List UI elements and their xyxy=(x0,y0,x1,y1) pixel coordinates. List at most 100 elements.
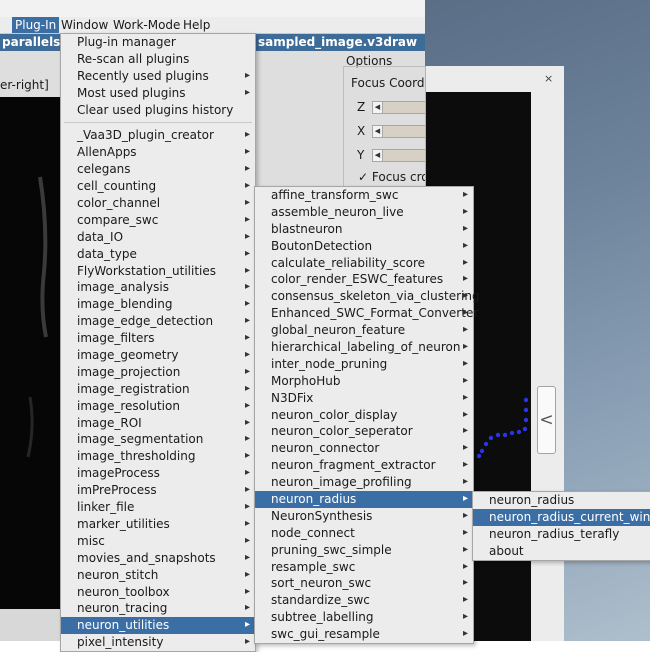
plugin-menu-item-allenapps[interactable]: AllenApps ▸ xyxy=(61,144,255,161)
chevron-right-icon: ▸ xyxy=(462,425,468,437)
neuron-utilities-item-boutondetection[interactable]: BoutonDetection ▸ xyxy=(255,238,473,255)
triangle-left-icon[interactable]: ◀ xyxy=(373,126,383,137)
plugin-menu-item-image-registration[interactable]: image_registration ▸ xyxy=(61,381,255,398)
neuron-utilities-item-consensus-skeleton-via-clustering[interactable]: consensus_skeleton_via_clustering ▸ xyxy=(255,288,480,305)
neuron-radius-item-neuron-radius-current-window[interactable]: neuron_radius_current_window xyxy=(473,508,650,526)
menu-work-mode[interactable]: Work-Mode xyxy=(110,17,183,33)
neuron-utilities-item-node-connect[interactable]: node_connect ▸ xyxy=(255,525,473,542)
menu-item-label: inter_node_pruning xyxy=(271,356,388,371)
plugin-menu-item-compare-swc[interactable]: compare_swc ▸ xyxy=(61,212,255,229)
plugin-menu-item-impreprocess[interactable]: imPreProcess ▸ xyxy=(61,482,255,499)
neuron-utilities-item-pruning-swc-simple[interactable]: pruning_swc_simple ▸ xyxy=(255,542,473,559)
plugin-menu-item-image-projection[interactable]: image_projection ▸ xyxy=(61,364,255,381)
plugin-menu-item-neuron-toolbox[interactable]: neuron_toolbox ▸ xyxy=(61,584,255,601)
plugin-menu-item-pixel-intensity[interactable]: pixel_intensity ▸ xyxy=(61,634,255,651)
neuron-utilities-item-inter-node-pruning[interactable]: inter_node_pruning ▸ xyxy=(255,356,473,373)
plugin-menu-item-image-filters[interactable]: image_filters ▸ xyxy=(61,330,255,347)
neuron-utilities-item-enhanced-swc-format-converter[interactable]: Enhanced_SWC_Format_Converter ▸ xyxy=(255,305,478,322)
plugin-menu-item-recently-used-plugins[interactable]: Recently used plugins ▸ xyxy=(61,68,255,85)
triangle-left-icon[interactable]: ◀ xyxy=(373,102,383,113)
y-slider[interactable]: ◀ xyxy=(372,149,426,162)
neuron-radius-item-about[interactable]: about xyxy=(473,543,650,560)
chevron-right-icon: ▸ xyxy=(244,230,250,242)
neuron-utilities-item-sort-neuron-swc[interactable]: sort_neuron_swc ▸ xyxy=(255,575,473,592)
plugin-menu-item-plug-in-manager[interactable]: Plug-in manager xyxy=(61,34,255,51)
menu-help[interactable]: Help xyxy=(180,17,213,33)
plugin-menu-item-most-used-plugins[interactable]: Most used plugins ▸ xyxy=(61,85,255,102)
z-slider[interactable]: ◀ xyxy=(372,101,426,114)
focus-cross-checkbox[interactable]: ✓ Focus cros xyxy=(358,170,435,184)
plugin-menu-item-neuron-utilities[interactable]: neuron_utilities ▸ xyxy=(61,617,255,635)
menu-plug-in[interactable]: Plug-In xyxy=(12,17,60,33)
plugin-menu-item-clear-used-plugins-history[interactable]: Clear used plugins history xyxy=(61,102,255,119)
plugin-menu-item-cell-counting[interactable]: cell_counting ▸ xyxy=(61,178,255,195)
neuron-utilities-item-blastneuron[interactable]: blastneuron ▸ xyxy=(255,221,473,238)
neuron-utilities-item-standardize-swc[interactable]: standardize_swc ▸ xyxy=(255,592,473,609)
neuron-utilities-item-neuron-fragment-extractor[interactable]: neuron_fragment_extractor ▸ xyxy=(255,457,473,474)
neuron-utilities-item-resample-swc[interactable]: resample_swc ▸ xyxy=(255,559,473,576)
close-icon[interactable]: × xyxy=(544,72,553,85)
menu-window[interactable]: Window xyxy=(58,17,111,33)
menu-item-label: imageProcess xyxy=(77,466,160,481)
chevron-right-icon: ▸ xyxy=(244,619,250,631)
menu-item-label: AllenApps xyxy=(77,145,137,160)
plugin-menu-item-image-blending[interactable]: image_blending ▸ xyxy=(61,296,255,313)
neuron-utilities-item-morphohub[interactable]: MorphoHub ▸ xyxy=(255,373,473,390)
y-axis-label: Y xyxy=(357,148,365,162)
image-view[interactable] xyxy=(0,97,60,609)
plugin-menu-item-color-channel[interactable]: color_channel ▸ xyxy=(61,195,255,212)
menu-item-label: neuron_radius xyxy=(271,492,357,507)
neuron-radius-item-neuron-radius[interactable]: neuron_radius xyxy=(473,492,650,509)
plugin-menu-item-image-segmentation[interactable]: image_segmentation ▸ xyxy=(61,431,255,448)
neuron-utilities-item-hierarchical-labeling-of-neuron[interactable]: hierarchical_labeling_of_neuron ▸ xyxy=(255,339,473,356)
plugin-menu-item-imageprocess[interactable]: imageProcess ▸ xyxy=(61,465,255,482)
chevron-left-icon[interactable]: < xyxy=(537,386,556,454)
plugin-menu-item-neuron-stitch[interactable]: neuron_stitch ▸ xyxy=(61,567,255,584)
neuron-radius-item-neuron-radius-terafly[interactable]: neuron_radius_terafly xyxy=(473,526,650,543)
plugin-menu-item-image-thresholding[interactable]: image_thresholding ▸ xyxy=(61,448,255,465)
plugin-menu-item-image-analysis[interactable]: image_analysis ▸ xyxy=(61,279,255,296)
chevron-right-icon: ▸ xyxy=(462,594,468,606)
plugin-menu-item-data-io[interactable]: data_IO ▸ xyxy=(61,229,255,246)
chevron-right-icon: ▸ xyxy=(462,391,468,403)
neuron-utilities-item-assemble-neuron-live[interactable]: assemble_neuron_live ▸ xyxy=(255,204,473,221)
plugin-menu-item-re-scan-all-plugins[interactable]: Re-scan all plugins xyxy=(61,51,255,68)
neuron-utilities-item-neuron-color-seperator[interactable]: neuron_color_seperator ▸ xyxy=(255,423,473,440)
plugin-menu-item-image-resolution[interactable]: image_resolution ▸ xyxy=(61,398,255,415)
plugin-menu-item-marker-utilities[interactable]: marker_utilities ▸ xyxy=(61,516,255,533)
neuron-utilities-item-n3dfix[interactable]: N3DFix ▸ xyxy=(255,390,473,407)
triangle-left-icon[interactable]: ◀ xyxy=(373,150,383,161)
plugin-menu-item-data-type[interactable]: data_type ▸ xyxy=(61,246,255,263)
menu-item-label: Most used plugins xyxy=(77,85,186,100)
menu-item-label: affine_transform_swc xyxy=(271,188,399,202)
neuron-utilities-item-neuron-radius[interactable]: neuron_radius ▸ xyxy=(255,491,473,508)
neuron-utilities-item-global-neuron-feature[interactable]: global_neuron_feature ▸ xyxy=(255,322,473,339)
menu-item-label: neuron_utilities xyxy=(77,618,170,633)
plugin-menu-item-flyworkstation-utilities[interactable]: FlyWorkstation_utilities ▸ xyxy=(61,263,255,280)
menu-item-label: global_neuron_feature xyxy=(271,323,406,338)
x-slider[interactable]: ◀ xyxy=(372,125,426,138)
neuron-utilities-item-neuronsynthesis[interactable]: NeuronSynthesis ▸ xyxy=(255,508,473,525)
menu-item-label: marker_utilities xyxy=(77,516,170,531)
plugin-menu-item-movies-and-snapshots[interactable]: movies_and_snapshots ▸ xyxy=(61,550,255,567)
plugin-menu-item-linker-file[interactable]: linker_file ▸ xyxy=(61,499,255,516)
plugin-menu-item-image-geometry[interactable]: image_geometry ▸ xyxy=(61,347,255,364)
plugin-menu-item-vaa3d-plugin-creator[interactable]: _Vaa3D_plugin_creator ▸ xyxy=(61,127,255,144)
plugin-menu-item-image-edge-detection[interactable]: image_edge_detection ▸ xyxy=(61,313,255,330)
neuron-utilities-item-color-render-eswc-features[interactable]: color_render_ESWC_features ▸ xyxy=(255,271,473,288)
neuron-utilities-item-subtree-labelling[interactable]: subtree_labelling ▸ xyxy=(255,609,473,626)
plugin-menu-item-misc[interactable]: misc ▸ xyxy=(61,533,255,550)
neuron-utilities-item-neuron-connector[interactable]: neuron_connector ▸ xyxy=(255,440,473,457)
plugin-menu-item-celegans[interactable]: celegans ▸ xyxy=(61,161,255,178)
chevron-right-icon: ▸ xyxy=(244,349,250,361)
plugin-menu-item-neuron-tracing[interactable]: neuron_tracing ▸ xyxy=(61,600,255,617)
menu-item-label: cell_counting xyxy=(77,179,157,194)
neuron-utilities-item-affine-transform-swc[interactable]: affine_transform_swc ▸ xyxy=(255,187,473,204)
plugin-menu-item-image-roi[interactable]: image_ROI ▸ xyxy=(61,415,255,432)
neuron-utilities-item-calculate-reliability-score[interactable]: calculate_reliability_score ▸ xyxy=(255,255,473,272)
chevron-right-icon: ▸ xyxy=(244,129,250,141)
menu-item-label: neuron_color_display xyxy=(271,407,398,422)
neuron-utilities-item-neuron-color-display[interactable]: neuron_color_display ▸ xyxy=(255,407,473,424)
neuron-utilities-item-neuron-image-profiling[interactable]: neuron_image_profiling ▸ xyxy=(255,474,473,491)
chevron-right-icon: ▸ xyxy=(462,577,468,589)
